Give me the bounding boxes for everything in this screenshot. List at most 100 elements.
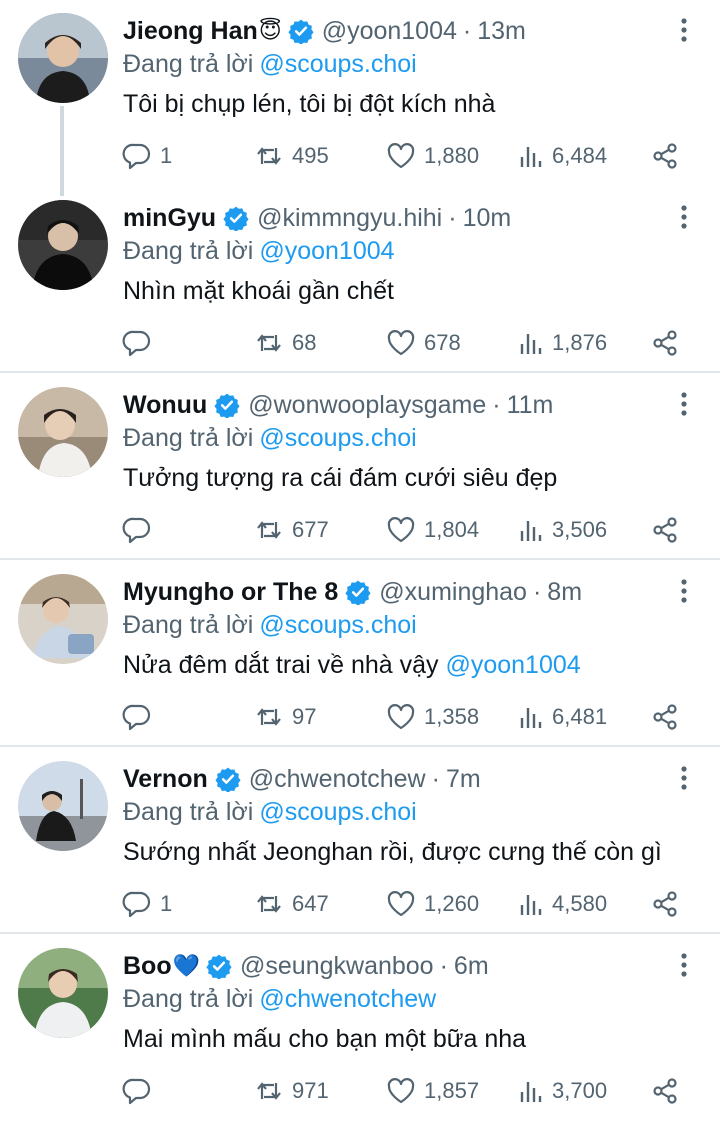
views-button[interactable]: 6,484 (518, 140, 607, 172)
reply-to-mention[interactable]: @chwenotchew (259, 985, 436, 1013)
avatar[interactable] (18, 761, 108, 851)
share-button[interactable] (650, 514, 680, 546)
replying-to-label: Đang trả lời (123, 798, 254, 826)
avatar[interactable] (18, 574, 108, 664)
user-handle[interactable]: @yoon1004 (322, 14, 457, 48)
like-count: 1,260 (424, 891, 480, 916)
like-button[interactable]: 1,260 (386, 888, 479, 920)
replying-to-label: Đang trả lời (123, 50, 254, 78)
more-options-icon[interactable] (674, 203, 694, 231)
verified-badge-icon (214, 393, 240, 418)
timestamp[interactable]: 6m (454, 949, 489, 983)
avatar[interactable] (18, 387, 108, 477)
like-count: 678 (424, 330, 461, 355)
tweet-text-mention[interactable]: @yoon1004 (445, 651, 580, 679)
timestamp[interactable]: 10m (463, 201, 512, 235)
more-options-icon[interactable] (674, 577, 694, 605)
tweet-text: Tôi bị chụp lén, tôi bị đột kích nhà (123, 88, 495, 120)
tweet[interactable]: Boo 💙 @seungkwanboo · 6m Đang trả lời @ch… (0, 935, 720, 1121)
more-options-icon[interactable] (674, 764, 694, 792)
reply-button[interactable] (122, 701, 160, 733)
retweet-button[interactable]: 68 (254, 327, 316, 359)
like-button[interactable]: 1,804 (386, 514, 479, 546)
replying-to-line: Đang trả lời @scoups.choi (123, 422, 417, 454)
tweet[interactable]: Wonuu @wonwooplaysgame · 11m Đang trả lờ… (0, 374, 720, 560)
like-count: 1,804 (424, 517, 480, 542)
views-button[interactable]: 1,876 (518, 327, 607, 359)
more-options-icon[interactable] (674, 951, 694, 979)
reply-to-mention[interactable]: @scoups.choi (259, 50, 416, 78)
retweet-button[interactable]: 495 (254, 140, 329, 172)
views-button[interactable]: 3,506 (518, 514, 607, 546)
tweet-actions: 68 678 1,876 (122, 327, 682, 359)
timestamp[interactable]: 11m (507, 388, 554, 422)
reply-to-mention[interactable]: @scoups.choi (259, 611, 416, 639)
tweet-text-body: Sướng nhất Jeonghan rồi, được cưng thế c… (123, 838, 662, 866)
share-button[interactable] (650, 888, 680, 920)
share-button[interactable] (650, 327, 680, 359)
more-options-icon[interactable] (674, 16, 694, 44)
display-name[interactable]: Wonuu (123, 388, 207, 422)
avatar[interactable] (18, 13, 108, 103)
reply-button[interactable]: 1 (122, 140, 172, 172)
user-handle[interactable]: @chwenotchew (249, 762, 426, 796)
user-handle[interactable]: @kimmngyu.hihi (257, 201, 442, 235)
user-handle[interactable]: @xuminghao (379, 575, 527, 609)
tweet-actions: 97 1,358 6,481 (122, 701, 682, 733)
like-button[interactable]: 1,358 (386, 701, 479, 733)
retweet-button[interactable]: 647 (254, 888, 329, 920)
like-button[interactable]: 678 (386, 327, 461, 359)
verified-badge-icon (215, 767, 241, 792)
display-name[interactable]: minGyu (123, 201, 216, 235)
reply-button[interactable] (122, 514, 160, 546)
retweet-button[interactable]: 677 (254, 514, 329, 546)
views-chart-icon (520, 1082, 542, 1102)
display-name[interactable]: Jieong Han (123, 14, 258, 48)
tweet[interactable]: minGyu @kimmngyu.hihi · 10m Đang trả lời… (0, 187, 720, 373)
view-count: 1,876 (552, 330, 608, 355)
retweet-button[interactable]: 97 (254, 701, 316, 733)
user-handle[interactable]: @wonwooplaysgame (248, 388, 486, 422)
views-button[interactable]: 3,700 (518, 1075, 607, 1107)
share-button[interactable] (650, 701, 680, 733)
avatar[interactable] (18, 200, 108, 290)
timestamp[interactable]: 8m (547, 575, 582, 609)
retweet-icon (257, 334, 281, 352)
share-button[interactable] (650, 1075, 680, 1107)
display-name[interactable]: Vernon (123, 762, 208, 796)
share-button[interactable] (650, 140, 680, 172)
verified-badge-icon (206, 954, 232, 979)
separator-dot: · (431, 765, 440, 793)
replying-to-label: Đang trả lời (123, 985, 254, 1013)
heart-icon (387, 891, 415, 917)
like-button[interactable]: 1,880 (386, 140, 479, 172)
reply-button[interactable] (122, 1075, 160, 1107)
display-name[interactable]: Myungho or The 8 (123, 575, 338, 609)
tweet-text-body: Nhìn mặt khoái gần chết (123, 277, 394, 305)
timestamp[interactable]: 7m (446, 762, 481, 796)
reply-button[interactable] (122, 327, 160, 359)
more-options-icon[interactable] (674, 390, 694, 418)
heart-icon (387, 517, 415, 543)
tweet-actions: 1 647 1,260 4,580 (122, 888, 682, 920)
reply-button[interactable]: 1 (122, 888, 172, 920)
like-button[interactable]: 1,857 (386, 1075, 479, 1107)
reply-icon (122, 1078, 151, 1105)
user-handle[interactable]: @seungkwanboo (240, 949, 434, 983)
retweet-button[interactable]: 971 (254, 1075, 329, 1107)
display-name[interactable]: Boo (123, 949, 172, 983)
reply-to-mention[interactable]: @scoups.choi (259, 798, 416, 826)
tweet[interactable]: Jieong Han 😇 @yoon1004 · 13m Đang trả lờ… (0, 0, 720, 186)
reply-to-mention[interactable]: @scoups.choi (259, 424, 416, 452)
view-count: 6,481 (552, 704, 608, 729)
reply-to-mention[interactable]: @yoon1004 (259, 237, 394, 265)
avatar[interactable] (18, 948, 108, 1038)
timestamp[interactable]: 13m (477, 14, 526, 48)
tweet[interactable]: Vernon @chwenotchew · 7m Đang trả lời @sc… (0, 748, 720, 934)
replying-to-line: Đang trả lời @scoups.choi (123, 48, 417, 80)
views-button[interactable]: 6,481 (518, 701, 607, 733)
tweet[interactable]: Myungho or The 8 @xuminghao · 8m Đang tr… (0, 561, 720, 747)
share-icon (653, 1078, 677, 1104)
separator-dot: · (462, 17, 472, 45)
views-button[interactable]: 4,580 (518, 888, 607, 920)
